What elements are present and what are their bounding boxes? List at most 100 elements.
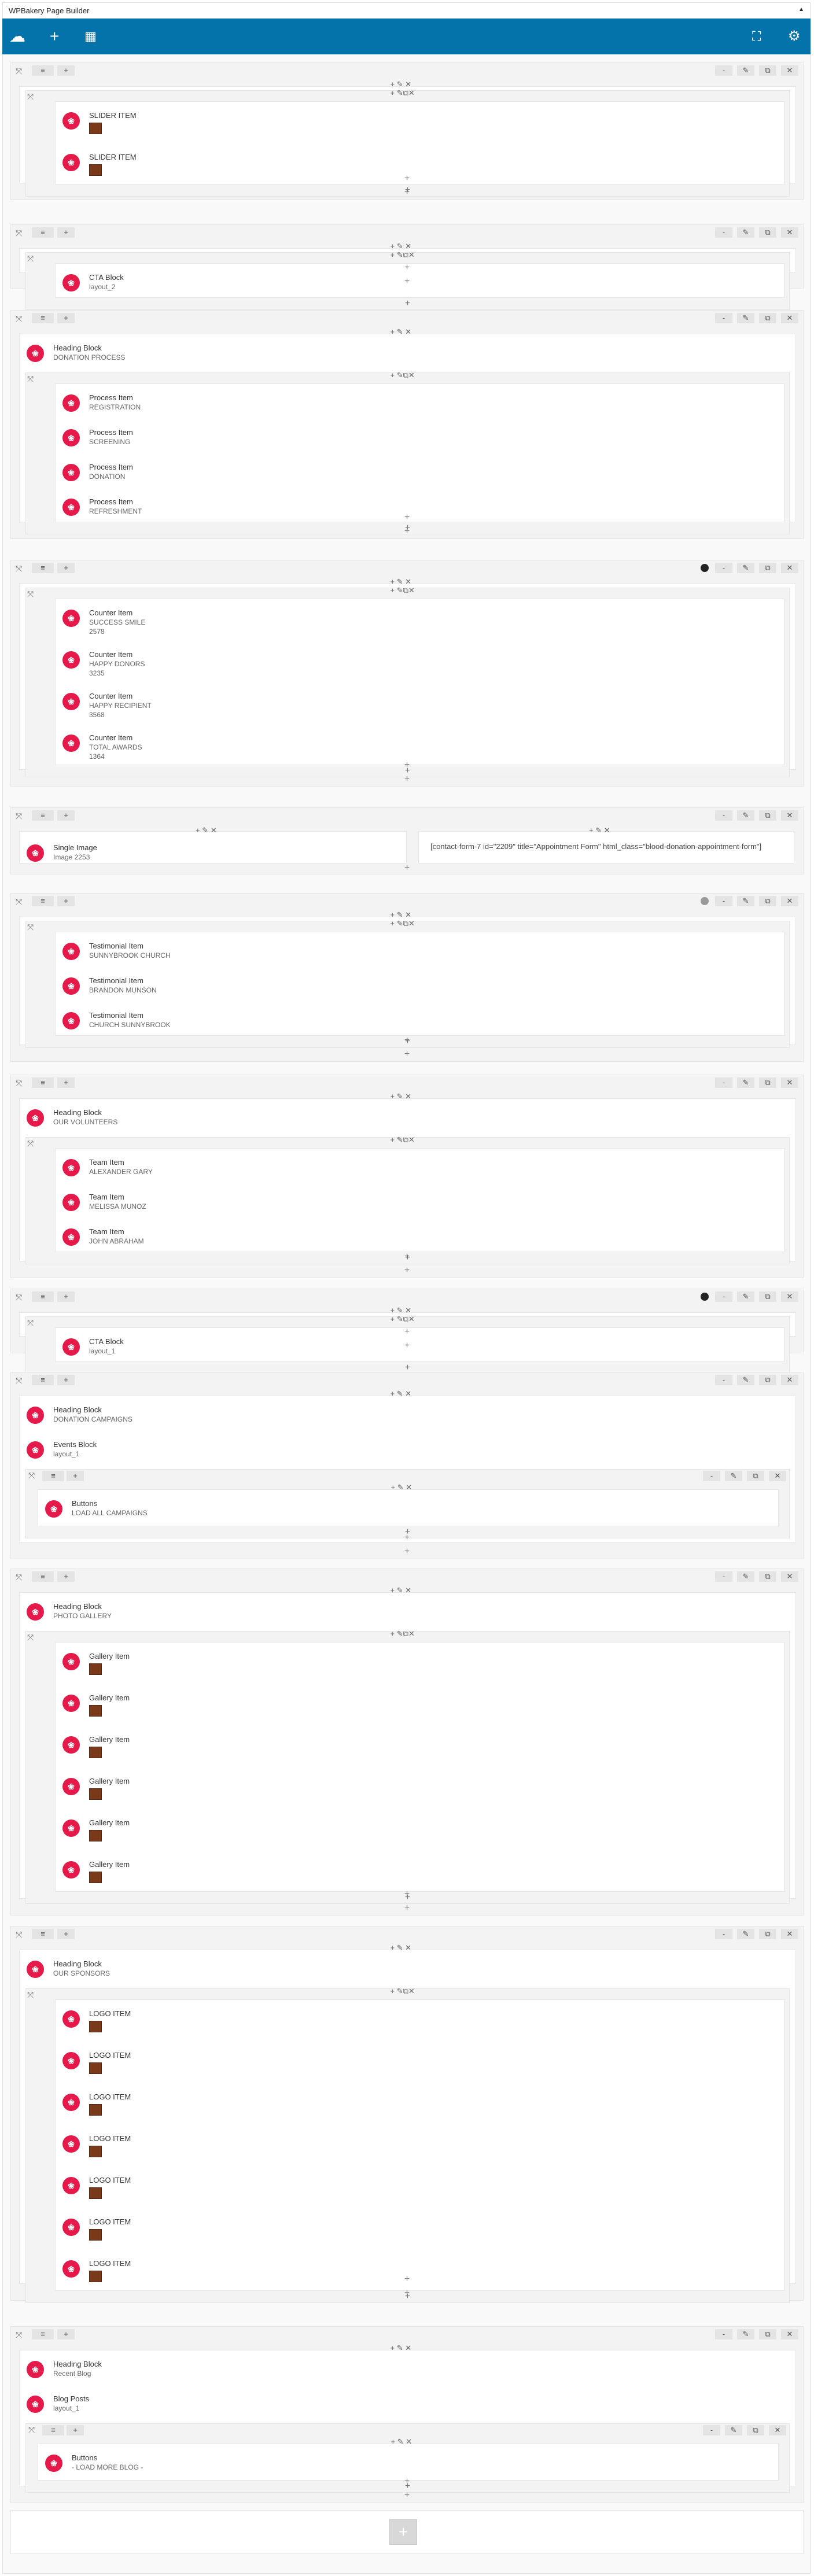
- move-inner-row-icon[interactable]: ⤧: [27, 1633, 34, 1643]
- inner-column-controls[interactable]: + ✎⧉✕: [391, 250, 415, 262]
- edit-row-button[interactable]: ✎: [737, 1571, 754, 1582]
- add-element-plus[interactable]: +: [403, 863, 411, 873]
- element-block[interactable]: ❀ Buttons LOAD ALL CAMPAIGNS: [38, 1490, 778, 1530]
- element-block[interactable]: ❀ Gallery Item: [56, 1726, 784, 1766]
- element-block[interactable]: ❀ Gallery Item: [56, 1851, 784, 1891]
- clone-row-button[interactable]: ⧉: [759, 227, 776, 238]
- row-drag-handle[interactable]: ≡: [32, 65, 54, 76]
- layout-icon[interactable]: ▦: [84, 28, 97, 45]
- inner-column-controls[interactable]: + ✎⧉✕: [391, 1135, 415, 1147]
- element-block[interactable]: ❀ Counter Item SUCCESS SMILE 2578: [56, 599, 784, 640]
- element-block[interactable]: ❀ CTA Block layout_2: [56, 264, 784, 304]
- edit-inner-row-button[interactable]: ✎: [725, 2425, 742, 2435]
- element-block[interactable]: ❀ LOGO ITEM: [56, 2042, 784, 2082]
- element-block[interactable]: ❀ LOGO ITEM: [56, 2000, 784, 2040]
- delete-row-button[interactable]: ✕: [781, 2329, 798, 2339]
- move-inner-row-icon[interactable]: ⤧: [27, 1139, 34, 1149]
- element-block[interactable]: ❀ Gallery Item: [56, 1643, 784, 1683]
- collapse-row-button[interactable]: -: [715, 2329, 732, 2339]
- add-column-button[interactable]: +: [57, 1375, 75, 1385]
- column-controls[interactable]: + ✎ ✕: [589, 826, 610, 837]
- add-row-plus[interactable]: +: [403, 2491, 411, 2500]
- clone-row-button[interactable]: ⧉: [759, 563, 776, 573]
- move-row-icon[interactable]: ⤧: [16, 897, 22, 907]
- element-block[interactable]: ❀ CTA Block layout_1: [56, 1328, 784, 1368]
- add-element-plus[interactable]: +: [403, 761, 411, 770]
- collapse-row-button[interactable]: -: [715, 1291, 732, 1302]
- clone-row-button[interactable]: ⧉: [759, 896, 776, 906]
- row-drag-handle[interactable]: ≡: [32, 1077, 54, 1088]
- inner-column-controls[interactable]: + ✎⧉✕: [391, 88, 415, 100]
- clone-row-button[interactable]: ⧉: [759, 1291, 776, 1302]
- row-drag-handle[interactable]: ≡: [32, 2329, 54, 2339]
- move-inner-row-icon[interactable]: ⤧: [27, 589, 34, 599]
- add-element-plus[interactable]: +: [403, 2275, 411, 2284]
- move-row-icon[interactable]: ⤧: [16, 1376, 22, 1386]
- element-block[interactable]: ❀ Heading Block OUR VOLUNTEERS: [20, 1099, 795, 1139]
- move-row-icon[interactable]: ⤧: [16, 811, 22, 821]
- collapse-row-button[interactable]: -: [715, 227, 732, 238]
- collapse-row-button[interactable]: -: [715, 1571, 732, 1582]
- clone-row-button[interactable]: ⧉: [759, 1571, 776, 1582]
- add-row-plus[interactable]: +: [403, 1547, 411, 1556]
- move-row-icon[interactable]: ⤧: [16, 2330, 22, 2340]
- inner-add-column-button[interactable]: +: [67, 2425, 84, 2435]
- delete-inner-row-button[interactable]: ✕: [769, 1471, 786, 1481]
- gear-icon[interactable]: ⚙: [788, 28, 801, 45]
- clone-inner-row-button[interactable]: ⧉: [747, 2425, 764, 2435]
- move-inner-row-icon[interactable]: ⤧: [27, 374, 34, 384]
- delete-row-button[interactable]: ✕: [781, 1077, 798, 1088]
- add-column-button[interactable]: +: [57, 313, 75, 323]
- edit-row-button[interactable]: ✎: [737, 2329, 754, 2339]
- clone-row-button[interactable]: ⧉: [759, 2329, 776, 2339]
- edit-row-button[interactable]: ✎: [737, 313, 754, 323]
- add-element-plus[interactable]: +: [403, 1036, 411, 1045]
- delete-row-button[interactable]: ✕: [781, 65, 798, 76]
- add-column-button[interactable]: +: [57, 227, 75, 238]
- add-row-plus[interactable]: +: [403, 188, 411, 197]
- row-drag-handle[interactable]: ≡: [32, 1571, 54, 1582]
- add-column-button[interactable]: +: [57, 1291, 75, 1302]
- move-inner-row-icon[interactable]: ⤧: [27, 1990, 34, 2000]
- triangle-up-icon[interactable]: ▲: [798, 6, 804, 13]
- row-drag-handle[interactable]: ≡: [32, 1929, 54, 1939]
- clone-row-button[interactable]: ⧉: [759, 65, 776, 76]
- element-block[interactable]: ❀ LOGO ITEM: [56, 2125, 784, 2165]
- delete-row-button[interactable]: ✕: [781, 1929, 798, 1939]
- add-element-plus[interactable]: +: [404, 299, 412, 308]
- collapse-row-button[interactable]: -: [715, 896, 732, 906]
- row-drag-handle[interactable]: ≡: [32, 563, 54, 573]
- fullscreen-icon[interactable]: ⛶: [752, 28, 761, 45]
- move-row-icon[interactable]: ⤧: [16, 1293, 22, 1302]
- delete-row-button[interactable]: ✕: [781, 810, 798, 821]
- move-inner-row-icon[interactable]: ⤧: [27, 1318, 34, 1328]
- inner-row-drag-handle[interactable]: ≡: [42, 2425, 64, 2435]
- element-block[interactable]: ❀ Testimonial Item CHURCH SUNNYBROOK: [56, 1002, 784, 1042]
- row-drag-handle[interactable]: ≡: [32, 1375, 54, 1385]
- inner-column-controls[interactable]: + ✎⧉✕: [391, 1315, 415, 1326]
- add-column-button[interactable]: +: [57, 1929, 75, 1939]
- inner-column-controls[interactable]: + ✎⧉✕: [391, 1629, 415, 1641]
- collapse-row-button[interactable]: -: [715, 1375, 732, 1385]
- delete-row-button[interactable]: ✕: [781, 313, 798, 323]
- add-element-plus[interactable]: +: [403, 174, 411, 183]
- move-row-icon[interactable]: ⤧: [16, 314, 22, 324]
- delete-row-button[interactable]: ✕: [781, 1375, 798, 1385]
- element-block[interactable]: ❀ LOGO ITEM: [56, 2250, 784, 2290]
- collapse-inner-row-button[interactable]: -: [703, 2425, 720, 2435]
- add-column-button[interactable]: +: [57, 810, 75, 821]
- move-row-icon[interactable]: ⤧: [16, 1573, 22, 1582]
- element-block[interactable]: ❀ Gallery Item: [56, 1684, 784, 1725]
- element-block[interactable]: ❀ LOGO ITEM: [56, 2208, 784, 2249]
- add-element-plus[interactable]: +: [403, 513, 411, 522]
- row-drag-handle[interactable]: ≡: [32, 896, 54, 906]
- add-row-plus[interactable]: +: [403, 774, 411, 784]
- row-drag-handle[interactable]: ≡: [32, 313, 54, 323]
- collapse-row-button[interactable]: -: [715, 65, 732, 76]
- cloud-logo-icon[interactable]: ☁: [9, 28, 25, 45]
- element-block[interactable]: ❀ Single Image Image 2253: [20, 834, 406, 874]
- delete-row-button[interactable]: ✕: [781, 563, 798, 573]
- delete-row-button[interactable]: ✕: [781, 1291, 798, 1302]
- element-block[interactable]: ❀ Events Block layout_1: [20, 1431, 795, 1471]
- collapse-row-button[interactable]: -: [715, 1929, 732, 1939]
